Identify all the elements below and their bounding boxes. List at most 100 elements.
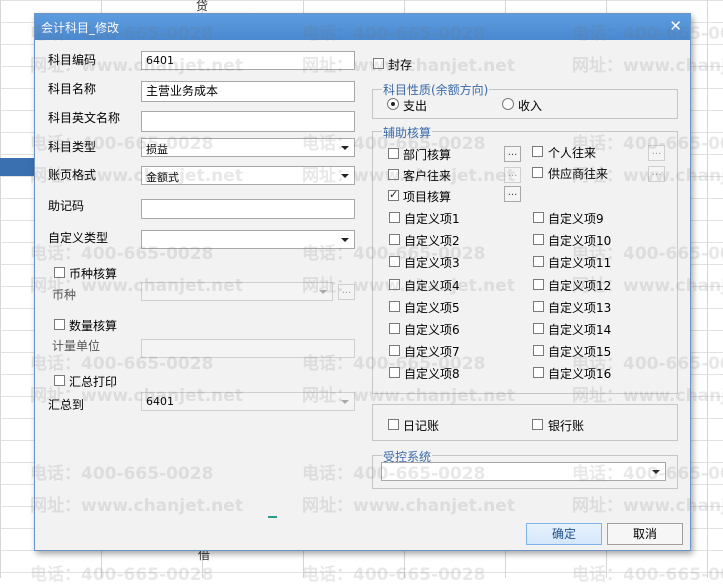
dept-accounting-checkbox[interactable] xyxy=(388,148,399,159)
custom-item-10-label: 自定义项10 xyxy=(548,234,612,248)
custom-item-15-checkbox[interactable] xyxy=(533,345,544,356)
custom-item-13-checkbox[interactable] xyxy=(533,301,544,312)
quantity-accounting-checkbox[interactable] xyxy=(54,319,65,330)
summary-to-label: 汇总到 xyxy=(48,398,85,412)
unit-label: 计量单位 xyxy=(52,339,101,353)
custom-item-1-checkbox[interactable] xyxy=(389,212,400,223)
controlled-system-select[interactable] xyxy=(381,462,666,481)
currency-select[interactable] xyxy=(141,282,333,301)
custom-item-4-checkbox[interactable] xyxy=(389,279,400,290)
summary-print-checkbox[interactable] xyxy=(54,375,65,386)
chevron-down-icon xyxy=(341,146,349,150)
custom-item-3-checkbox[interactable] xyxy=(389,256,400,267)
unit-field[interactable] xyxy=(141,339,355,358)
book-format-value: 金额式 xyxy=(146,171,179,184)
mnemonic-field[interactable] xyxy=(141,199,355,219)
english-name-label: 科目英文名称 xyxy=(48,111,121,125)
personal-accounting-label: 个人往来 xyxy=(548,146,597,160)
custom-item-15-label: 自定义项15 xyxy=(548,345,612,359)
name-label: 科目名称 xyxy=(48,82,97,96)
journal-label: 日记账 xyxy=(403,419,440,433)
bank-journal-label: 银行账 xyxy=(548,419,585,433)
english-name-field[interactable] xyxy=(141,111,355,132)
cancel-button[interactable]: 取消 xyxy=(607,523,683,545)
currency-browse-button[interactable]: ... xyxy=(338,284,355,300)
custom-item-2-label: 自定义项2 xyxy=(404,234,460,248)
project-accounting-checkbox[interactable] xyxy=(388,188,399,201)
custom-item-4-label: 自定义项4 xyxy=(404,279,460,293)
supplier-accounting-checkbox[interactable] xyxy=(532,167,543,178)
custom-item-9-checkbox[interactable] xyxy=(533,212,544,223)
background-selected-row xyxy=(0,158,34,176)
custom-type-select[interactable] xyxy=(141,230,355,249)
custom-item-12-label: 自定义项12 xyxy=(548,279,612,293)
type-label: 科目类型 xyxy=(48,140,97,154)
credit-radio[interactable] xyxy=(502,98,514,110)
custom-item-9-label: 自定义项9 xyxy=(548,212,604,226)
custom-item-5-label: 自定义项5 xyxy=(404,301,460,315)
aux-accounting-title: 辅助核算 xyxy=(382,124,433,141)
custom-item-10-checkbox[interactable] xyxy=(533,234,544,245)
code-label: 科目编码 xyxy=(48,53,97,67)
summary-to-select[interactable]: 6401 xyxy=(141,392,355,411)
nature-group-title: 科目性质(余额方向) xyxy=(382,81,490,98)
ok-button[interactable]: 确定 xyxy=(526,523,602,545)
dept-browse-button[interactable]: ... xyxy=(504,146,521,162)
chevron-down-icon xyxy=(341,174,349,178)
personal-browse-button[interactable]: ... xyxy=(648,145,665,161)
custom-item-11-checkbox[interactable] xyxy=(533,256,544,267)
custom-item-12-checkbox[interactable] xyxy=(533,279,544,290)
custom-type-label: 自定义类型 xyxy=(48,231,109,245)
custom-item-1-label: 自定义项1 xyxy=(404,212,460,226)
project-browse-button[interactable]: ... xyxy=(504,186,521,202)
custom-item-6-checkbox[interactable] xyxy=(389,323,400,334)
dialog-title: 会计科目_修改 xyxy=(41,21,120,35)
name-field[interactable]: 主营业务成本 xyxy=(141,81,355,102)
custom-item-2-checkbox[interactable] xyxy=(389,234,400,245)
custom-item-14-checkbox[interactable] xyxy=(533,323,544,334)
book-format-label: 账页格式 xyxy=(48,168,97,182)
custom-item-16-label: 自定义项16 xyxy=(548,367,612,381)
custom-item-11-label: 自定义项11 xyxy=(548,256,612,270)
sealed-checkbox[interactable] xyxy=(373,58,384,69)
debit-label: 支出 xyxy=(403,99,428,113)
customer-accounting-checkbox[interactable] xyxy=(388,169,399,180)
type-select[interactable]: 损益 xyxy=(141,138,355,157)
debit-radio[interactable] xyxy=(387,98,399,110)
summary-to-value: 6401 xyxy=(146,395,174,408)
custom-item-3-label: 自定义项3 xyxy=(404,256,460,270)
chevron-down-icon xyxy=(341,238,349,242)
customer-browse-button[interactable]: ... xyxy=(504,167,521,183)
mnemonic-label: 助记码 xyxy=(48,199,85,213)
custom-item-7-checkbox[interactable] xyxy=(389,345,400,356)
custom-item-14-label: 自定义项14 xyxy=(548,323,612,337)
code-field[interactable]: 6401 xyxy=(141,51,355,70)
chevron-down-icon xyxy=(652,470,660,474)
custom-item-5-checkbox[interactable] xyxy=(389,301,400,312)
quantity-accounting-label: 数量核算 xyxy=(69,319,118,333)
custom-item-7-label: 自定义项7 xyxy=(404,345,460,359)
customer-accounting-label: 客户往来 xyxy=(403,169,452,183)
project-accounting-label: 项目核算 xyxy=(403,190,452,204)
supplier-browse-button[interactable]: ... xyxy=(648,166,665,182)
bank-journal-checkbox[interactable] xyxy=(532,419,543,430)
personal-accounting-checkbox[interactable] xyxy=(532,146,543,157)
summary-print-label: 汇总打印 xyxy=(69,375,118,389)
supplier-accounting-label: 供应商往来 xyxy=(548,167,609,181)
custom-item-16-checkbox[interactable] xyxy=(533,367,544,378)
currency-label: 币种 xyxy=(52,288,77,302)
currency-accounting-checkbox[interactable] xyxy=(54,267,65,278)
journal-checkbox[interactable] xyxy=(388,419,399,430)
close-icon[interactable]: ✕ xyxy=(669,17,682,35)
custom-item-8-label: 自定义项8 xyxy=(404,367,460,381)
chevron-down-icon xyxy=(319,290,327,294)
credit-label: 收入 xyxy=(518,99,543,113)
custom-item-8-checkbox[interactable] xyxy=(389,367,400,378)
book-format-select[interactable]: 金额式 xyxy=(141,166,355,185)
dialog-titlebar: 会计科目_修改 ✕ xyxy=(35,14,690,40)
background-credit-header: 贷 xyxy=(196,0,209,13)
custom-item-6-label: 自定义项6 xyxy=(404,323,460,337)
custom-item-13-label: 自定义项13 xyxy=(548,301,612,315)
sealed-label: 封存 xyxy=(388,58,413,72)
type-value: 损益 xyxy=(146,143,168,156)
